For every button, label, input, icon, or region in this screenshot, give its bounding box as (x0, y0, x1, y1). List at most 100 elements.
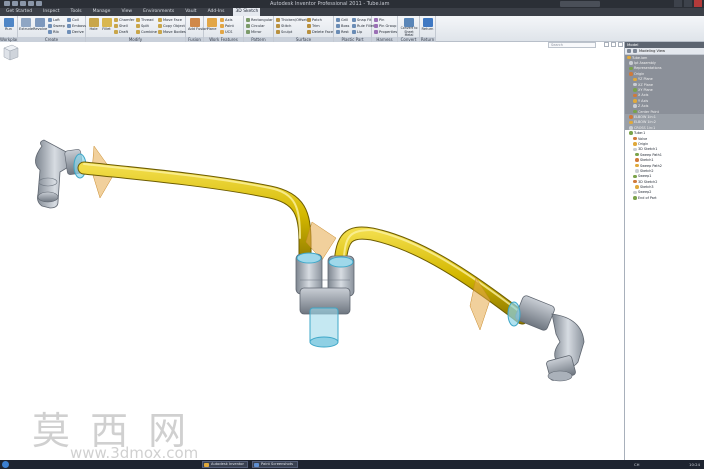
browser-node[interactable]: End of Part (625, 195, 704, 200)
window-controls (674, 0, 702, 7)
snap-fit-icon (352, 18, 356, 22)
pin-icon (374, 18, 378, 22)
properties-icon (374, 30, 378, 34)
browser-node-icon (633, 99, 637, 103)
save-icon[interactable] (20, 1, 26, 6)
ribbon-tabs: Get Started Inspect Tools Manage View En… (0, 8, 704, 16)
tab-vault[interactable]: Vault (183, 8, 198, 16)
open-icon[interactable] (12, 1, 18, 6)
start-button[interactable] (2, 461, 9, 468)
model-scene[interactable] (0, 42, 624, 460)
delete-face-icon (307, 30, 311, 34)
combine-button[interactable]: Combine (136, 29, 157, 35)
panel-create: Extrude Revolve Loft Sweep Rib Coil Embo… (18, 16, 86, 42)
move-bodies-button[interactable]: Move Bodies (158, 29, 186, 35)
maximize-button[interactable] (684, 0, 692, 7)
redo-icon[interactable] (36, 1, 42, 6)
browser-node-label: Z Axis (638, 104, 649, 109)
browser-node-label: Center Point (638, 109, 659, 114)
browser-node-label: End of Part (638, 195, 657, 200)
add-fusion-button[interactable]: Add Fusion (188, 17, 208, 36)
convert-to-sheet-metal-button[interactable]: Convert to Sheet Metal (400, 17, 418, 37)
browser-node-label: Sweep1 (638, 174, 652, 179)
quick-access-toolbar (4, 1, 42, 6)
tab-manage[interactable]: Manage (91, 8, 113, 16)
browser-node-icon (633, 77, 637, 81)
run-button[interactable]: Run (2, 17, 15, 36)
browser-node-label: YZ Plane (638, 77, 653, 82)
language-indicator[interactable]: CH (634, 460, 640, 469)
sweep-icon (48, 24, 52, 28)
tab-inspect[interactable]: Inspect (41, 8, 61, 16)
ribbon: Run Workplane Extrude Revolve Loft Sweep… (0, 16, 704, 42)
browser-node-label: CROSS 1in:1 (634, 125, 656, 130)
plane-icon (206, 18, 217, 27)
fillet-button[interactable]: Fillet (100, 17, 113, 36)
lip-button[interactable]: Lip (352, 29, 362, 35)
hole-icon (88, 18, 99, 27)
minimize-button[interactable] (674, 0, 682, 7)
tab-tools[interactable]: Tools (68, 8, 83, 16)
browser-node-label: ELBOW 1in:1 (634, 114, 656, 119)
tab-environments[interactable]: Environments (141, 8, 176, 16)
browser-node-icon (629, 126, 633, 130)
doc-restore-button[interactable] (611, 42, 616, 47)
delete-face-button[interactable]: Delete Face (307, 29, 333, 35)
rest-button[interactable]: Rest (336, 29, 349, 35)
plane-button[interactable]: Plane (205, 17, 218, 36)
watermark-url: www.3dmox.com (70, 444, 199, 460)
derive-button[interactable]: Derive (67, 29, 84, 35)
undo-icon[interactable] (28, 1, 34, 6)
doc-minimize-button[interactable] (604, 42, 609, 47)
rib-button[interactable]: Rib (48, 29, 59, 35)
find-icon[interactable] (633, 49, 637, 53)
viewport-search-input[interactable]: Search (548, 42, 596, 48)
help-search-input[interactable] (560, 1, 600, 7)
tube-branch[interactable] (333, 226, 529, 325)
taskbar-inventor-button[interactable]: Autodesk Inventor (202, 461, 248, 468)
browser-node-icon (629, 66, 633, 71)
tab-view[interactable]: View (119, 8, 134, 16)
cross-fitting[interactable] (295, 252, 355, 348)
rest-icon (336, 30, 340, 34)
revolve-button[interactable]: Revolve (33, 17, 47, 36)
filter-icon[interactable] (627, 49, 631, 53)
hole-button[interactable]: Hole (87, 17, 100, 36)
browser-node-label: Sweep2 (638, 190, 652, 195)
properties-button[interactable]: Properties (374, 29, 397, 35)
extrude-button[interactable]: Extrude (19, 17, 33, 36)
draft-button[interactable]: Draft (114, 29, 128, 35)
stitch-icon (276, 24, 280, 28)
draft-icon (114, 30, 118, 34)
browser-node-icon (633, 109, 637, 114)
sculpt-button[interactable]: Sculpt (276, 29, 292, 35)
system-clock[interactable]: 10:24 (689, 460, 700, 469)
browser-node-label: ELBOW 1in:2 (634, 120, 656, 125)
browser-node-icon (635, 169, 639, 173)
panel-work-features: Plane Axis Point UCS Work Features (204, 16, 244, 42)
circular-pattern-icon (246, 24, 250, 28)
browser-view-select[interactable]: Modeling View (639, 49, 665, 53)
new-icon[interactable] (4, 1, 10, 6)
browser-node-label: Sketch3 (640, 185, 654, 190)
close-button[interactable] (694, 0, 702, 7)
browser-node-icon (633, 179, 637, 184)
tube-body-fill (78, 162, 311, 268)
ucs-button[interactable]: UCS (220, 29, 232, 35)
panel-harness: Pin Pin Group Properties Harness (372, 16, 398, 42)
viewcube[interactable] (0, 42, 20, 62)
doc-close-button[interactable] (618, 42, 623, 47)
browser-node-icon (633, 88, 637, 92)
return-button[interactable]: Return (421, 17, 434, 36)
right-elbow-fitting[interactable] (514, 295, 585, 382)
mirror-button[interactable]: Mirror (246, 29, 262, 35)
shell-icon (114, 24, 118, 28)
tab-3d-sketch[interactable]: 3D Sketch (233, 8, 261, 16)
browser-node-icon (633, 190, 637, 195)
tab-add-ins[interactable]: Add-Ins (206, 8, 227, 16)
taskbar-paint-button[interactable]: Paint Screenshots (252, 461, 298, 468)
right-sleeve-highlight (507, 301, 521, 327)
browser-node-label: 3D Sketch1 (638, 147, 658, 152)
tab-get-started[interactable]: Get Started (4, 8, 34, 16)
graphics-window[interactable]: Search 莫 西 网 www.3dmox.com (0, 42, 624, 460)
